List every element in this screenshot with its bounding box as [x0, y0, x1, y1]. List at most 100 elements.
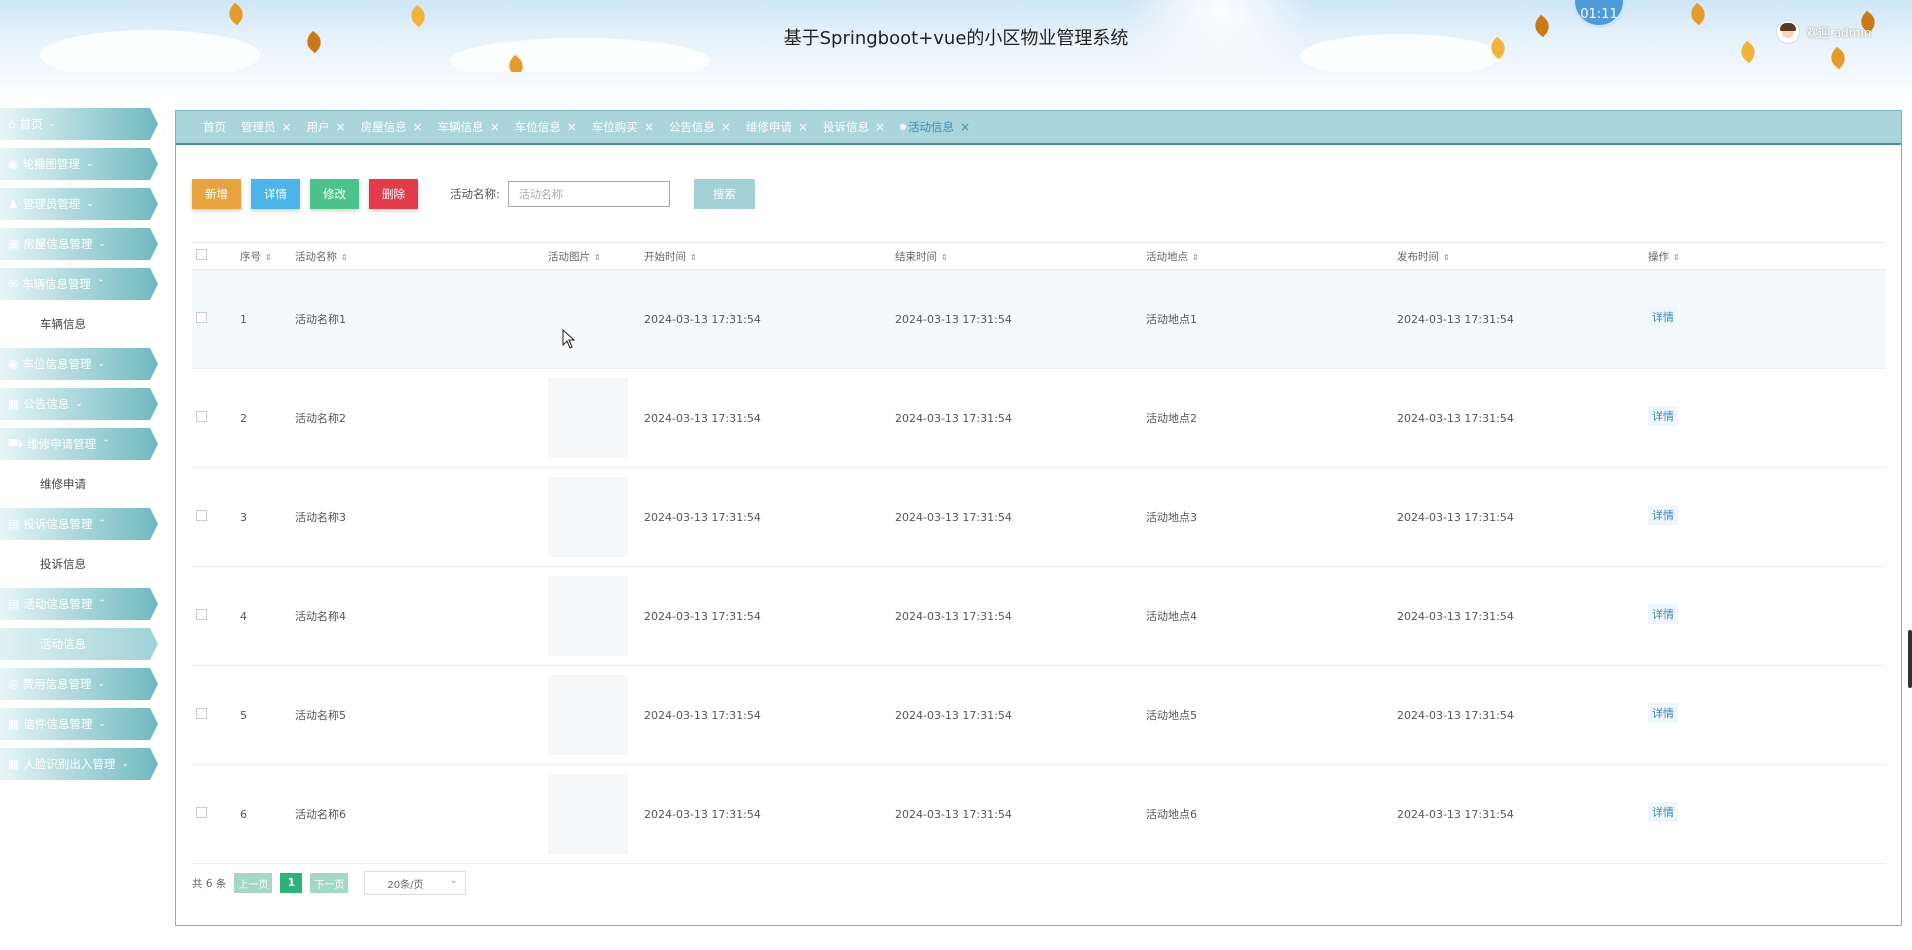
row-detail-button[interactable]: 详情 [1648, 505, 1678, 525]
sidebar-item-10[interactable]: ◎ 费用信息管理 ⌄ [0, 668, 158, 700]
tab-5[interactable]: 车位信息 × [515, 119, 577, 135]
close-icon[interactable]: × [413, 120, 423, 134]
sort-icon[interactable]: ⇕ [1673, 253, 1680, 262]
tab-2[interactable]: 用户 × [307, 119, 346, 135]
row-detail-button[interactable]: 详情 [1648, 802, 1678, 822]
user-menu[interactable]: 欢迎 admin [1776, 20, 1871, 44]
row-detail-button[interactable]: 详情 [1648, 406, 1678, 426]
leaf-decoration [1826, 46, 1850, 70]
sidebar-item-3[interactable]: ▣ 房屋信息管理 ⌄ [0, 228, 158, 260]
total-count: 共 6 条 [192, 877, 227, 890]
publish-time: 2024-03-13 17:31:54 [1397, 708, 1514, 722]
row-checkbox[interactable] [196, 312, 207, 323]
sidebar-subitem[interactable]: 投诉信息 [0, 548, 158, 580]
tab-0[interactable]: 首页 [203, 119, 226, 135]
detail-button[interactable]: 详情 [251, 179, 300, 209]
column-header-label: 活动地点 [1146, 250, 1188, 263]
tab-4[interactable]: 车辆信息 × [438, 119, 500, 135]
page-size-select[interactable]: 20条/页 ⌄ [364, 871, 467, 895]
avatar[interactable] [1776, 20, 1800, 44]
sidebar-item-4[interactable]: ✉ 车辆信息管理 ⌃ [0, 268, 158, 300]
sidebar-item-12[interactable]: ▦ 人脸识别出入管理 ⌄ [0, 748, 158, 780]
operation-cell: 详情 [1648, 802, 1788, 824]
pagination: 共 6 条 上一页 1 下一页 20条/页 ⌄ [192, 871, 467, 895]
row-checkbox[interactable] [196, 708, 207, 719]
sort-icon[interactable]: ⇕ [1443, 253, 1450, 262]
row-checkbox[interactable] [196, 510, 207, 521]
tab-10[interactable]: 活动信息 × [900, 119, 970, 135]
row-index: 4 [240, 609, 247, 623]
welcome-text[interactable]: 欢迎 admin [1806, 24, 1871, 41]
row-checkbox[interactable] [196, 807, 207, 818]
activity-name: 活动名称3 [295, 511, 346, 524]
sidebar-item-label: 人脸识别出入管理 [23, 757, 116, 771]
close-icon[interactable]: × [567, 120, 577, 134]
sort-icon[interactable]: ⇕ [265, 253, 272, 262]
close-icon[interactable]: × [282, 120, 292, 134]
column-header-label: 开始时间 [644, 250, 686, 263]
close-icon[interactable]: × [798, 120, 808, 134]
tab-3[interactable]: 房屋信息 × [361, 119, 423, 135]
sidebar-item-8[interactable]: ▤ 投诉信息管理 ⌃ [0, 508, 158, 540]
tab-6[interactable]: 车位购买 × [592, 119, 654, 135]
sidebar-item-9[interactable]: ▤ 活动信息管理 ⌃ [0, 588, 158, 620]
row-detail-button[interactable]: 详情 [1648, 604, 1678, 624]
column-header[interactable]: 操作 ⇕ [1648, 249, 1788, 264]
tab-bar: 首页 管理员 × 用户 × 房屋信息 × 车辆信息 × 车位信息 × 车位购买 × 公告信息 × 维修申请 × 投… [176, 111, 1901, 145]
tab-label: 管理员 [241, 120, 276, 134]
scrollbar-thumb[interactable] [1908, 630, 1912, 688]
column-header-label: 发布时间 [1397, 250, 1439, 263]
close-icon[interactable]: × [721, 120, 731, 134]
close-icon[interactable]: × [336, 120, 346, 134]
column-header[interactable]: 活动地点 ⇕ [1146, 249, 1397, 264]
column-header[interactable]: 活动名称 ⇕ [295, 249, 548, 264]
column-header[interactable]: 发布时间 ⇕ [1397, 249, 1648, 264]
row-checkbox[interactable] [196, 411, 207, 422]
row-detail-button[interactable]: 详情 [1648, 703, 1678, 723]
prev-page-button[interactable]: 上一页 [234, 873, 273, 893]
column-header[interactable]: 开始时间 ⇕ [644, 249, 895, 264]
sidebar-item-1[interactable]: ◉ 轮播图管理 ⌄ [0, 148, 158, 180]
sidebar-item-0[interactable]: ⌂ 首页 ⌄ [0, 108, 158, 140]
sort-icon[interactable]: ⇕ [594, 253, 601, 262]
chevron-down-icon: ⌄ [98, 239, 106, 249]
start-time: 2024-03-13 17:31:54 [644, 708, 761, 722]
sidebar-item-2[interactable]: ♟ 管理员管理 ⌄ [0, 188, 158, 220]
sort-icon[interactable]: ⇕ [690, 253, 697, 262]
row-detail-button[interactable]: 详情 [1648, 307, 1678, 327]
table-row: 2 活动名称2 2024-03-13 17:31:54 2024-03-13 17:3… [192, 369, 1886, 468]
column-header[interactable]: 序号 ⇕ [240, 249, 295, 264]
delete-button[interactable]: 删除 [369, 179, 418, 209]
sidebar-item-7[interactable]: ⛟ 维修申请管理 ⌃ [0, 428, 158, 460]
tab-7[interactable]: 公告信息 × [669, 119, 731, 135]
select-all-checkbox[interactable] [196, 249, 207, 260]
close-icon[interactable]: × [960, 120, 970, 134]
column-header[interactable]: 活动图片 ⇕ [548, 249, 644, 264]
sort-icon[interactable]: ⇕ [341, 253, 348, 262]
next-page-button[interactable]: 下一页 [310, 873, 349, 893]
tab-8[interactable]: 维修申请 × [746, 119, 808, 135]
search-input[interactable] [507, 181, 670, 207]
add-button[interactable]: 新增 [192, 179, 241, 209]
search-button[interactable]: 搜索 [693, 179, 755, 209]
sidebar-subitem[interactable]: 维修申请 [0, 468, 158, 500]
tab-1[interactable]: 管理员 × [241, 119, 292, 135]
sort-icon[interactable]: ⇕ [1192, 253, 1199, 262]
row-checkbox[interactable] [196, 609, 207, 620]
edit-button[interactable]: 修改 [310, 179, 359, 209]
page-number[interactable]: 1 [280, 873, 303, 893]
column-header[interactable]: 结束时间 ⇕ [895, 249, 1146, 264]
close-icon[interactable]: × [875, 120, 885, 134]
sidebar-subitem[interactable]: 活动信息 [0, 628, 158, 660]
sidebar-item-6[interactable]: ▦ 公告信息 ⌄ [0, 388, 158, 420]
sidebar-item-5[interactable]: ◉ 车位信息管理 ⌄ [0, 348, 158, 380]
tab-9[interactable]: 投诉信息 × [823, 119, 885, 135]
chevron-down-icon: ⌄ [48, 119, 57, 129]
close-icon[interactable]: × [490, 120, 500, 134]
mouse-cursor-icon [562, 329, 576, 349]
chevron-down-icon: ⌄ [85, 159, 94, 169]
sort-icon[interactable]: ⇕ [941, 253, 948, 262]
close-icon[interactable]: × [644, 120, 654, 134]
sidebar-subitem[interactable]: 车辆信息 [0, 308, 158, 340]
sidebar-item-11[interactable]: ▦ 信件信息管理 ⌄ [0, 708, 158, 740]
